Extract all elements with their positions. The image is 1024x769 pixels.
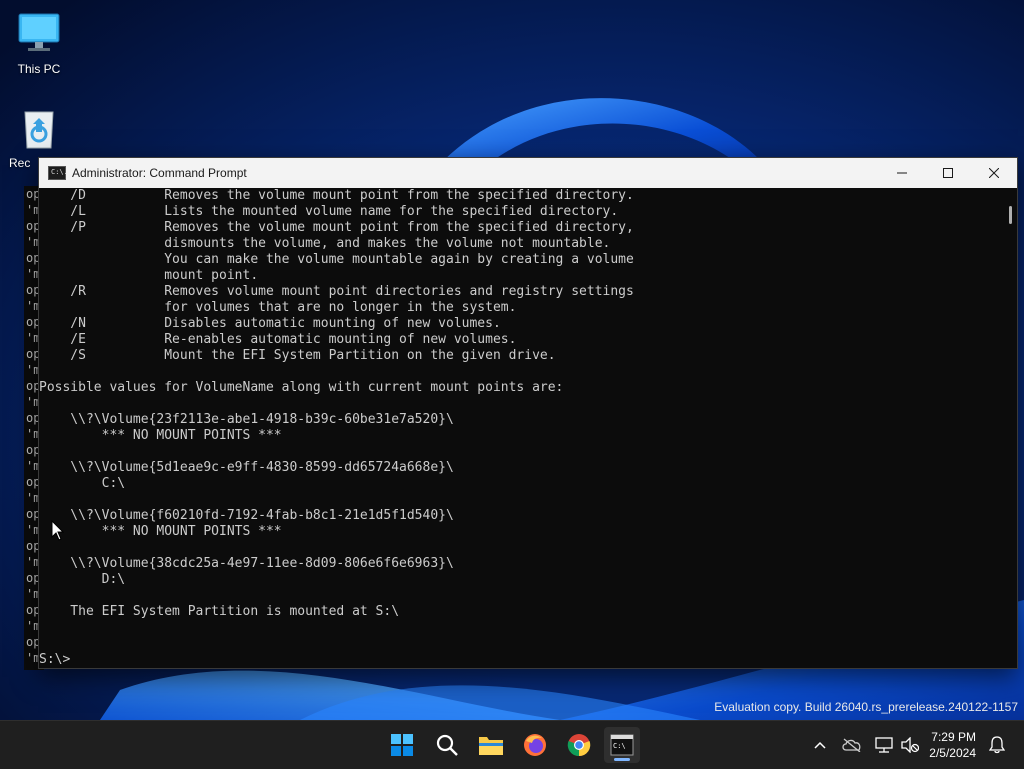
firefox-button[interactable]	[517, 727, 553, 763]
desktop-icon-this-pc[interactable]: This PC	[1, 10, 77, 76]
active-indicator	[614, 758, 630, 761]
console-output[interactable]: /D Removes the volume mount point from t…	[39, 188, 1003, 668]
network-button[interactable]	[871, 732, 897, 758]
terminal-button[interactable]: C:\	[604, 727, 640, 763]
cloud-offline-icon	[842, 738, 861, 752]
chevron-up-icon	[814, 741, 826, 749]
window-titlebar[interactable]: C:\. Administrator: Command Prompt	[39, 158, 1017, 188]
notifications-button[interactable]	[984, 732, 1010, 758]
maximize-button[interactable]	[925, 158, 971, 188]
folder-icon	[479, 737, 503, 755]
cmd-icon: C:\.	[48, 166, 68, 180]
network-icon	[875, 737, 893, 753]
start-button[interactable]	[384, 727, 420, 763]
volume-muted-icon	[901, 737, 920, 753]
mouse-cursor-icon	[51, 519, 65, 547]
chrome-icon	[567, 734, 591, 757]
scrollbar-thumb[interactable]	[1009, 206, 1012, 224]
desktop-icon-label: This PC	[17, 62, 61, 76]
terminal-icon: C:\	[610, 734, 634, 756]
search-button[interactable]	[429, 727, 465, 763]
minimize-button[interactable]	[879, 158, 925, 188]
minimize-icon	[897, 172, 907, 174]
chrome-button[interactable]	[561, 727, 597, 763]
svg-text:C:\: C:\	[613, 742, 626, 750]
console-text: /D Removes the volume mount point from t…	[39, 188, 634, 667]
bell-icon	[989, 736, 1005, 754]
recycle-bin-icon	[15, 106, 63, 154]
maximize-icon	[943, 168, 953, 178]
windows-logo-icon	[391, 734, 413, 756]
close-icon	[989, 168, 999, 178]
onedrive-status[interactable]	[839, 732, 865, 758]
search-icon	[436, 734, 458, 756]
close-button[interactable]	[971, 158, 1017, 188]
window-title: Administrator: Command Prompt	[72, 166, 247, 180]
show-hidden-icons-button[interactable]	[807, 732, 833, 758]
system-tray: 7:29 PM 2/5/2024	[807, 721, 1024, 769]
evaluation-watermark: Evaluation copy. Build 26040.rs_prerelea…	[714, 700, 1018, 714]
file-explorer-button[interactable]	[473, 727, 509, 763]
volume-button[interactable]	[897, 732, 923, 758]
clock-time: 7:29 PM	[931, 730, 976, 744]
vertical-scrollbar[interactable]	[1003, 188, 1017, 668]
desktop-icon-label: Rec	[9, 156, 31, 170]
clock-date: 2/5/2024	[929, 746, 976, 760]
command-prompt-window[interactable]: C:\. Administrator: Command Prompt /D Re…	[38, 157, 1018, 669]
taskbar: C:\ 7:29 PM 2/5/2024	[0, 720, 1024, 769]
computer-icon	[15, 10, 63, 58]
firefox-icon	[524, 734, 546, 756]
desktop-icon-recycle-bin[interactable]: Rec	[1, 106, 77, 170]
clock[interactable]: 7:29 PM 2/5/2024	[929, 729, 976, 761]
